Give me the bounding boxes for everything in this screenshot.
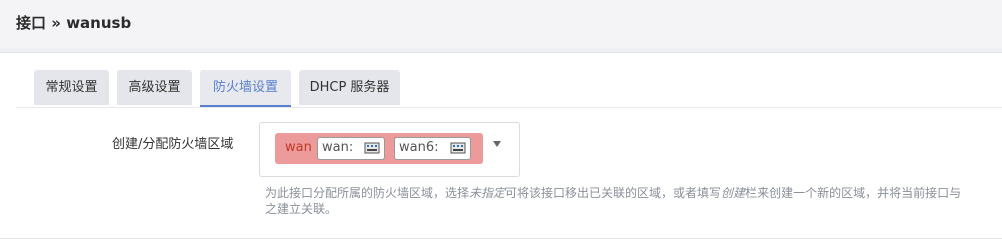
firewall-zone-section: 创建/分配防火墙区域 wan wan: wan6: 为此接口分配所属的防火墙区域… xyxy=(16,108,1002,238)
firewall-zone-help: 为此接口分配所属的防火墙区域，选择未指定可将该接口移出已关联的区域，或者填写创建… xyxy=(265,185,965,217)
tab-advanced[interactable]: 高级设置 xyxy=(117,70,192,105)
ethernet-port-icon xyxy=(450,142,466,154)
network-label: wan6: xyxy=(399,140,439,155)
tab-content: 创建/分配防火墙区域 wan wan: wan6: 为此接口分配所属的防火墙区域… xyxy=(16,107,1002,244)
help-text-part2: 可将该接口移出已关联的区域，或者填写 xyxy=(505,186,722,200)
breadcrumb-current: wanusb xyxy=(66,14,132,32)
network-badge-wan: wan: xyxy=(317,137,385,160)
tab-firewall[interactable]: 防火墙设置 xyxy=(200,70,291,107)
page-title: 接口 » wanusb xyxy=(16,12,131,33)
breadcrumb-section: 接口 xyxy=(16,14,47,32)
ethernet-port-icon xyxy=(364,142,380,154)
page: 接口 » wanusb 常规设置 高级设置 防火墙设置 DHCP 服务器 创建/… xyxy=(0,0,1002,244)
zone-name: wan xyxy=(285,140,312,155)
zone-chip-wan: wan wan: wan6: xyxy=(275,133,483,164)
breadcrumb-separator: » xyxy=(51,14,61,32)
settings-panel: 常规设置 高级设置 防火墙设置 DHCP 服务器 创建/分配防火墙区域 wan … xyxy=(0,52,1002,244)
network-label: wan: xyxy=(322,140,354,155)
tab-general[interactable]: 常规设置 xyxy=(34,70,109,105)
firewall-zone-select[interactable]: wan wan: wan6: xyxy=(259,122,520,177)
panel-divider xyxy=(0,238,1002,239)
help-text-unspecified: 未指定 xyxy=(469,186,506,200)
help-text-part1: 为此接口分配所属的防火墙区域，选择 xyxy=(265,186,470,200)
network-badge-wan6: wan6: xyxy=(394,137,471,160)
firewall-zone-label: 创建/分配防火墙区域 xyxy=(112,137,234,152)
dropdown-arrow-icon[interactable] xyxy=(493,141,501,147)
help-text-create: 创建 xyxy=(721,186,746,200)
title-bar: 接口 » wanusb xyxy=(0,0,1002,48)
tab-dhcp-server[interactable]: DHCP 服务器 xyxy=(299,70,400,105)
